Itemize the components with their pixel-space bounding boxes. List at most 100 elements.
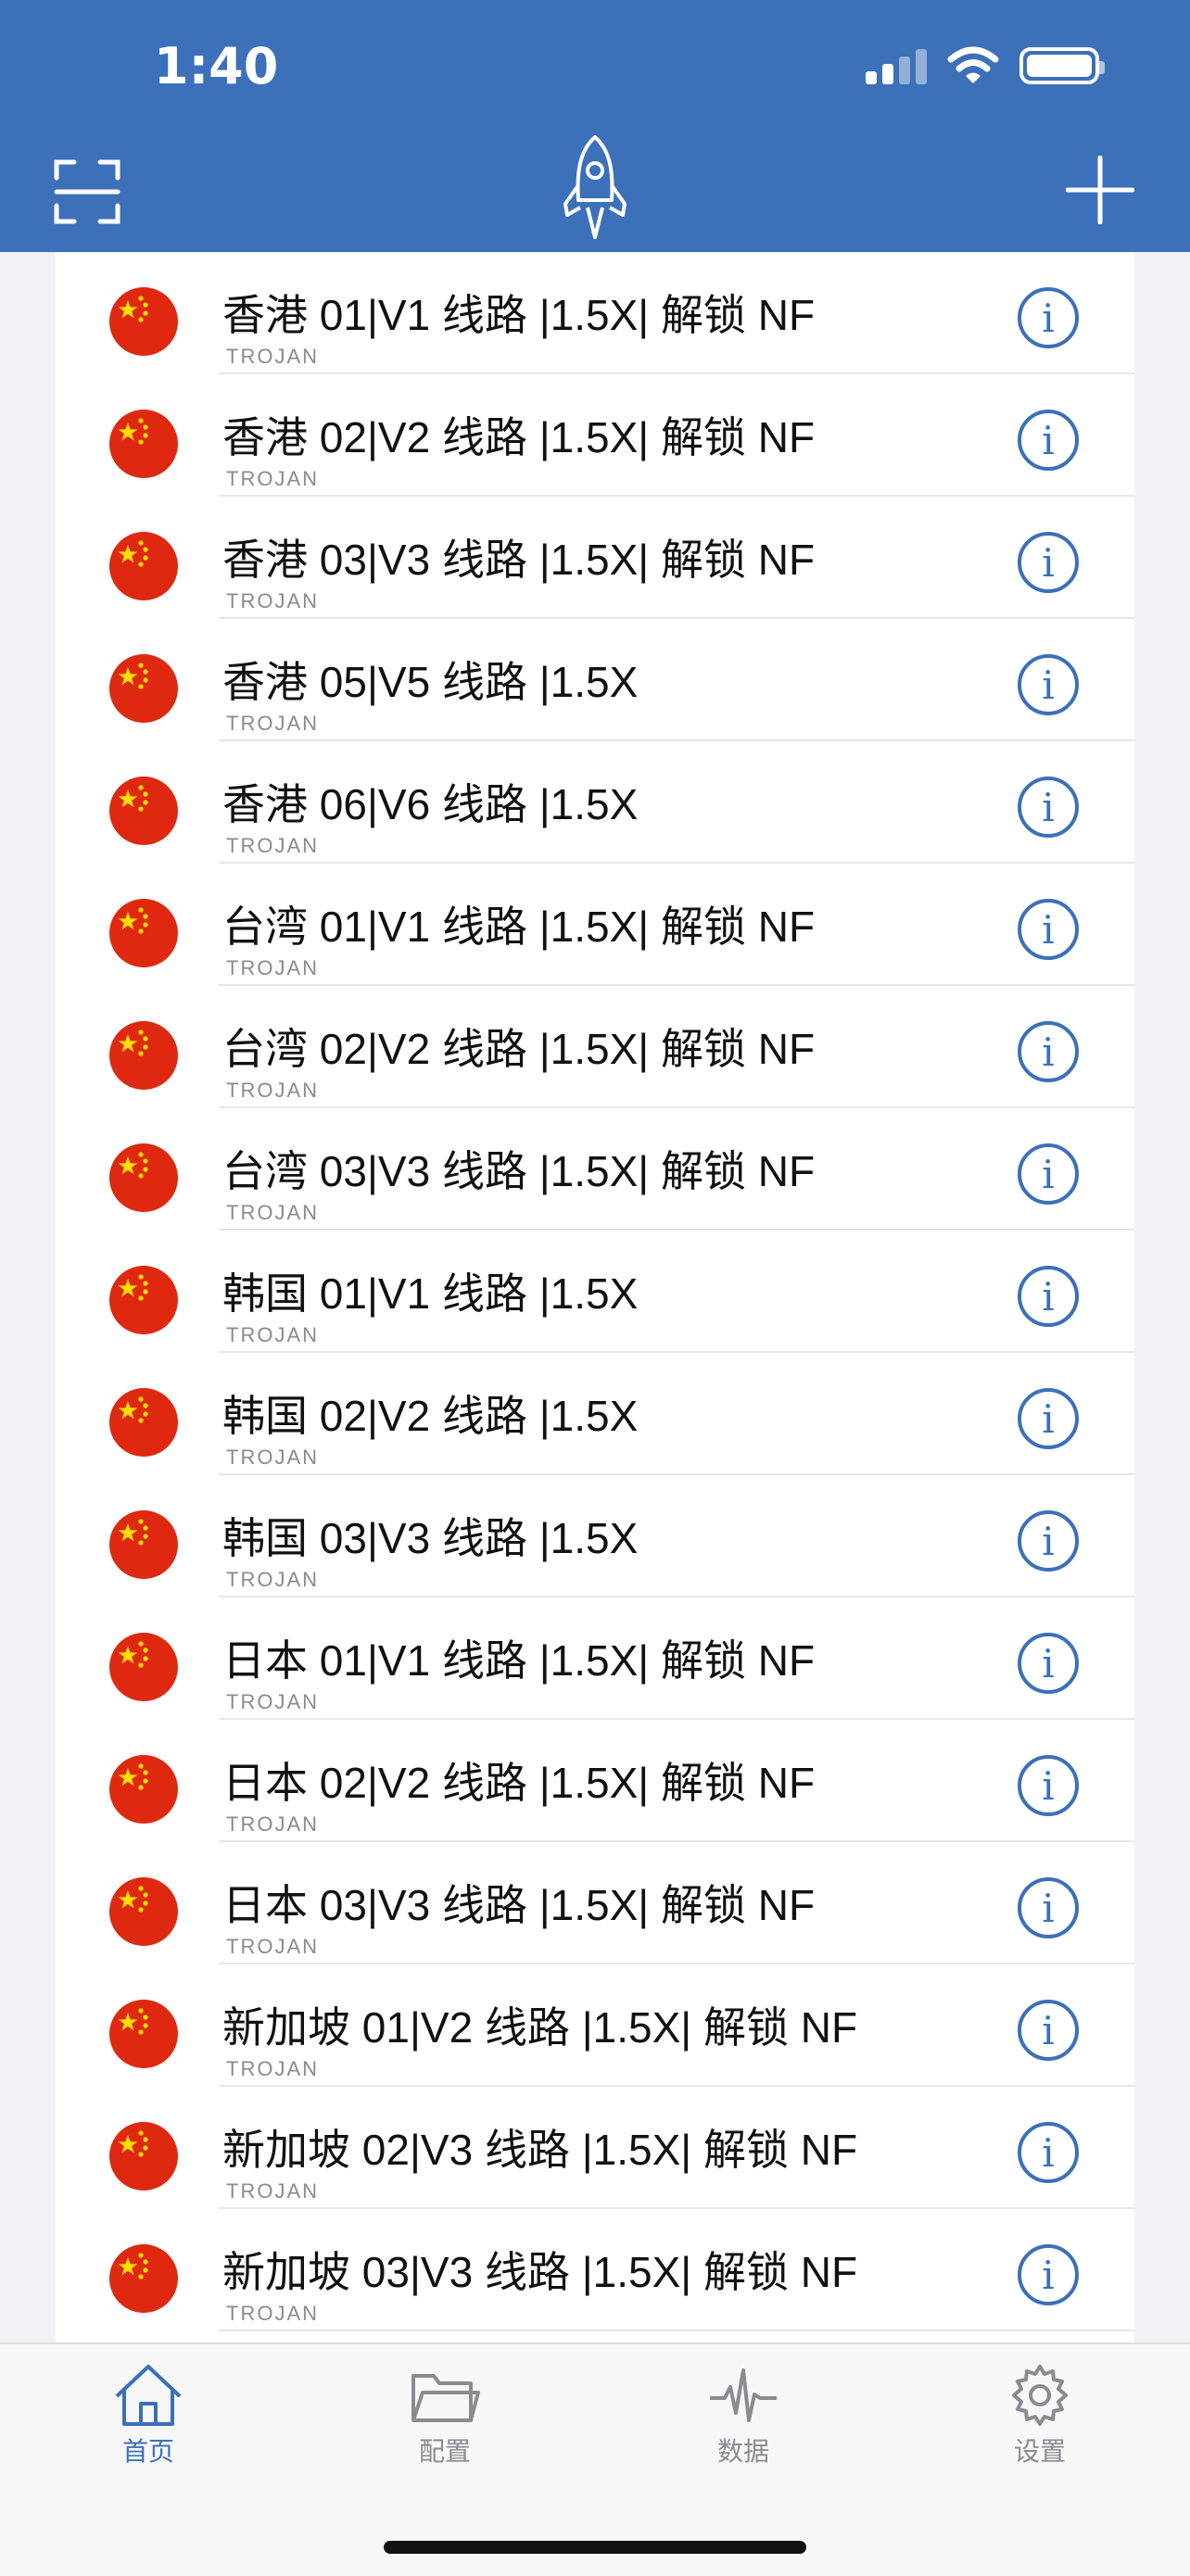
battery-icon: [1019, 47, 1105, 84]
server-protocol: TROJAN: [226, 1079, 319, 1102]
server-protocol: TROJAN: [226, 2302, 319, 2325]
server-name: 台湾 02|V2 线路 |1.5X| 解锁 NF: [222, 1025, 816, 1073]
gear-icon: [1012, 2365, 1068, 2426]
info-icon[interactable]: i: [1018, 1633, 1079, 1694]
server-protocol: TROJAN: [226, 956, 319, 979]
server-name: 香港 06|V6 线路 |1.5X: [222, 780, 639, 828]
status-icons: [866, 46, 1105, 85]
server-name: 香港 03|V3 线路 |1.5X| 解锁 NF: [222, 536, 816, 584]
info-icon[interactable]: i: [1018, 1266, 1079, 1327]
server-row[interactable]: 新加坡 03|V3 线路 |1.5X| 解锁 NF TROJAN i: [56, 2209, 1134, 2331]
tab-home[interactable]: 首页: [74, 2363, 222, 2469]
tab-label: 首页: [121, 2436, 174, 2467]
china-flag-icon: [109, 1266, 178, 1334]
server-row[interactable]: 香港 01|V1 线路 |1.5X| 解锁 NF TROJAN i: [56, 252, 1134, 374]
tab-label: 数据: [716, 2436, 769, 2467]
china-flag-icon: [109, 1633, 178, 1701]
server-name: 新加坡 02|V3 线路 |1.5X| 解锁 NF: [222, 2126, 858, 2174]
china-flag-icon: [109, 1510, 178, 1579]
server-row[interactable]: 香港 02|V2 线路 |1.5X| 解锁 NF TROJAN i: [56, 374, 1134, 497]
info-icon[interactable]: i: [1018, 2122, 1079, 2183]
server-protocol: TROJAN: [226, 1690, 319, 1713]
info-icon[interactable]: i: [1018, 1877, 1079, 1938]
server-row[interactable]: 香港 06|V6 线路 |1.5X TROJAN i: [56, 741, 1134, 864]
server-name: 韩国 03|V3 线路 |1.5X: [222, 1514, 639, 1562]
server-name: 日本 02|V2 线路 |1.5X| 解锁 NF: [222, 1759, 816, 1807]
server-protocol: TROJAN: [226, 467, 319, 490]
server-name: 韩国 01|V1 线路 |1.5X: [222, 1269, 639, 1318]
server-row[interactable]: 韩国 02|V2 线路 |1.5X TROJAN i: [56, 1353, 1134, 1475]
server-name: 香港 01|V1 线路 |1.5X| 解锁 NF: [222, 291, 816, 339]
server-list: 香港 01|V1 线路 |1.5X| 解锁 NF TROJAN i 香港 02|…: [56, 252, 1134, 2342]
china-flag-icon: [109, 899, 178, 967]
info-icon[interactable]: i: [1018, 287, 1079, 348]
server-protocol: TROJAN: [226, 1935, 319, 1958]
info-icon[interactable]: i: [1018, 1510, 1079, 1572]
tab-label: 设置: [1013, 2436, 1066, 2467]
server-protocol: TROJAN: [226, 712, 319, 735]
server-protocol: TROJAN: [226, 2057, 319, 2080]
server-row[interactable]: 台湾 02|V2 线路 |1.5X| 解锁 NF TROJAN i: [56, 986, 1134, 1108]
server-row[interactable]: 韩国 03|V3 线路 |1.5X TROJAN i: [56, 1475, 1134, 1597]
server-row[interactable]: 台湾 03|V3 线路 |1.5X| 解锁 NF TROJAN i: [56, 1108, 1134, 1231]
cellular-signal-icon: [866, 47, 927, 84]
server-name: 日本 03|V3 线路 |1.5X| 解锁 NF: [222, 1881, 816, 1929]
server-name: 新加坡 03|V3 线路 |1.5X| 解锁 NF: [222, 2248, 858, 2296]
china-flag-icon: [109, 287, 178, 356]
activity-icon: [710, 2368, 777, 2422]
china-flag-icon: [109, 1755, 178, 1824]
info-icon[interactable]: i: [1018, 1021, 1079, 1082]
server-row[interactable]: 香港 03|V3 线路 |1.5X| 解锁 NF TROJAN i: [56, 497, 1134, 619]
server-row[interactable]: 台湾 01|V1 线路 |1.5X| 解锁 NF TROJAN i: [56, 864, 1134, 986]
info-icon[interactable]: i: [1018, 2244, 1079, 2305]
wifi-icon: [947, 46, 999, 83]
server-name: 台湾 01|V1 线路 |1.5X| 解锁 NF: [222, 903, 816, 951]
tab-config[interactable]: 配置: [371, 2363, 519, 2469]
china-flag-icon: [109, 1877, 178, 1946]
server-row[interactable]: 香港 05|V5 线路 |1.5X TROJAN i: [56, 619, 1134, 741]
tab-data[interactable]: 数据: [669, 2363, 817, 2469]
server-protocol: TROJAN: [226, 345, 319, 368]
china-flag-icon: [109, 1143, 178, 1212]
china-flag-icon: [109, 777, 178, 845]
tab-settings[interactable]: 设置: [966, 2363, 1114, 2469]
server-row[interactable]: 日本 03|V3 线路 |1.5X| 解锁 NF TROJAN i: [56, 1842, 1134, 1964]
server-row[interactable]: 日本 01|V1 线路 |1.5X| 解锁 NF TROJAN i: [56, 1597, 1134, 1720]
server-name: 韩国 02|V2 线路 |1.5X: [222, 1392, 639, 1440]
server-row[interactable]: 日本 02|V2 线路 |1.5X| 解锁 NF TROJAN i: [56, 1720, 1134, 1842]
server-row[interactable]: 韩国 01|V1 线路 |1.5X TROJAN i: [56, 1231, 1134, 1353]
china-flag-icon: [109, 532, 178, 600]
server-row[interactable]: 新加坡 01|V2 线路 |1.5X| 解锁 NF TROJAN i: [56, 1964, 1134, 2087]
server-protocol: TROJAN: [226, 1812, 319, 1836]
server-name: 香港 02|V2 线路 |1.5X| 解锁 NF: [222, 413, 816, 461]
info-icon[interactable]: i: [1018, 1143, 1079, 1205]
nav-header: 1:40: [0, 0, 1190, 252]
scan-icon[interactable]: [54, 159, 120, 224]
china-flag-icon: [109, 2244, 178, 2313]
server-row[interactable]: 新加坡 02|V3 线路 |1.5X| 解锁 NF TROJAN i: [56, 2087, 1134, 2209]
rocket-icon[interactable]: [560, 133, 630, 243]
server-protocol: TROJAN: [226, 834, 319, 857]
info-icon[interactable]: i: [1018, 654, 1079, 715]
info-icon[interactable]: i: [1018, 899, 1079, 960]
server-name: 日本 01|V1 线路 |1.5X| 解锁 NF: [222, 1636, 816, 1685]
info-icon[interactable]: i: [1018, 1388, 1079, 1449]
china-flag-icon: [109, 410, 178, 478]
info-icon[interactable]: i: [1018, 777, 1079, 838]
info-icon[interactable]: i: [1018, 532, 1079, 593]
row-separator: [219, 2330, 1134, 2331]
china-flag-icon: [109, 654, 178, 723]
tab-bar: 首页 配置 数据 设置: [0, 2342, 1190, 2576]
info-icon[interactable]: i: [1018, 1755, 1079, 1816]
info-icon[interactable]: i: [1018, 410, 1079, 471]
server-protocol: TROJAN: [226, 2179, 319, 2203]
home-icon: [115, 2365, 182, 2426]
china-flag-icon: [109, 2000, 178, 2068]
home-indicator: [384, 2541, 806, 2554]
server-name: 台湾 03|V3 线路 |1.5X| 解锁 NF: [222, 1147, 816, 1195]
server-protocol: TROJAN: [226, 1323, 319, 1346]
info-icon[interactable]: i: [1018, 2000, 1079, 2061]
add-server-button[interactable]: [1066, 156, 1134, 224]
china-flag-icon: [109, 1021, 178, 1090]
server-protocol: TROJAN: [226, 1568, 319, 1591]
